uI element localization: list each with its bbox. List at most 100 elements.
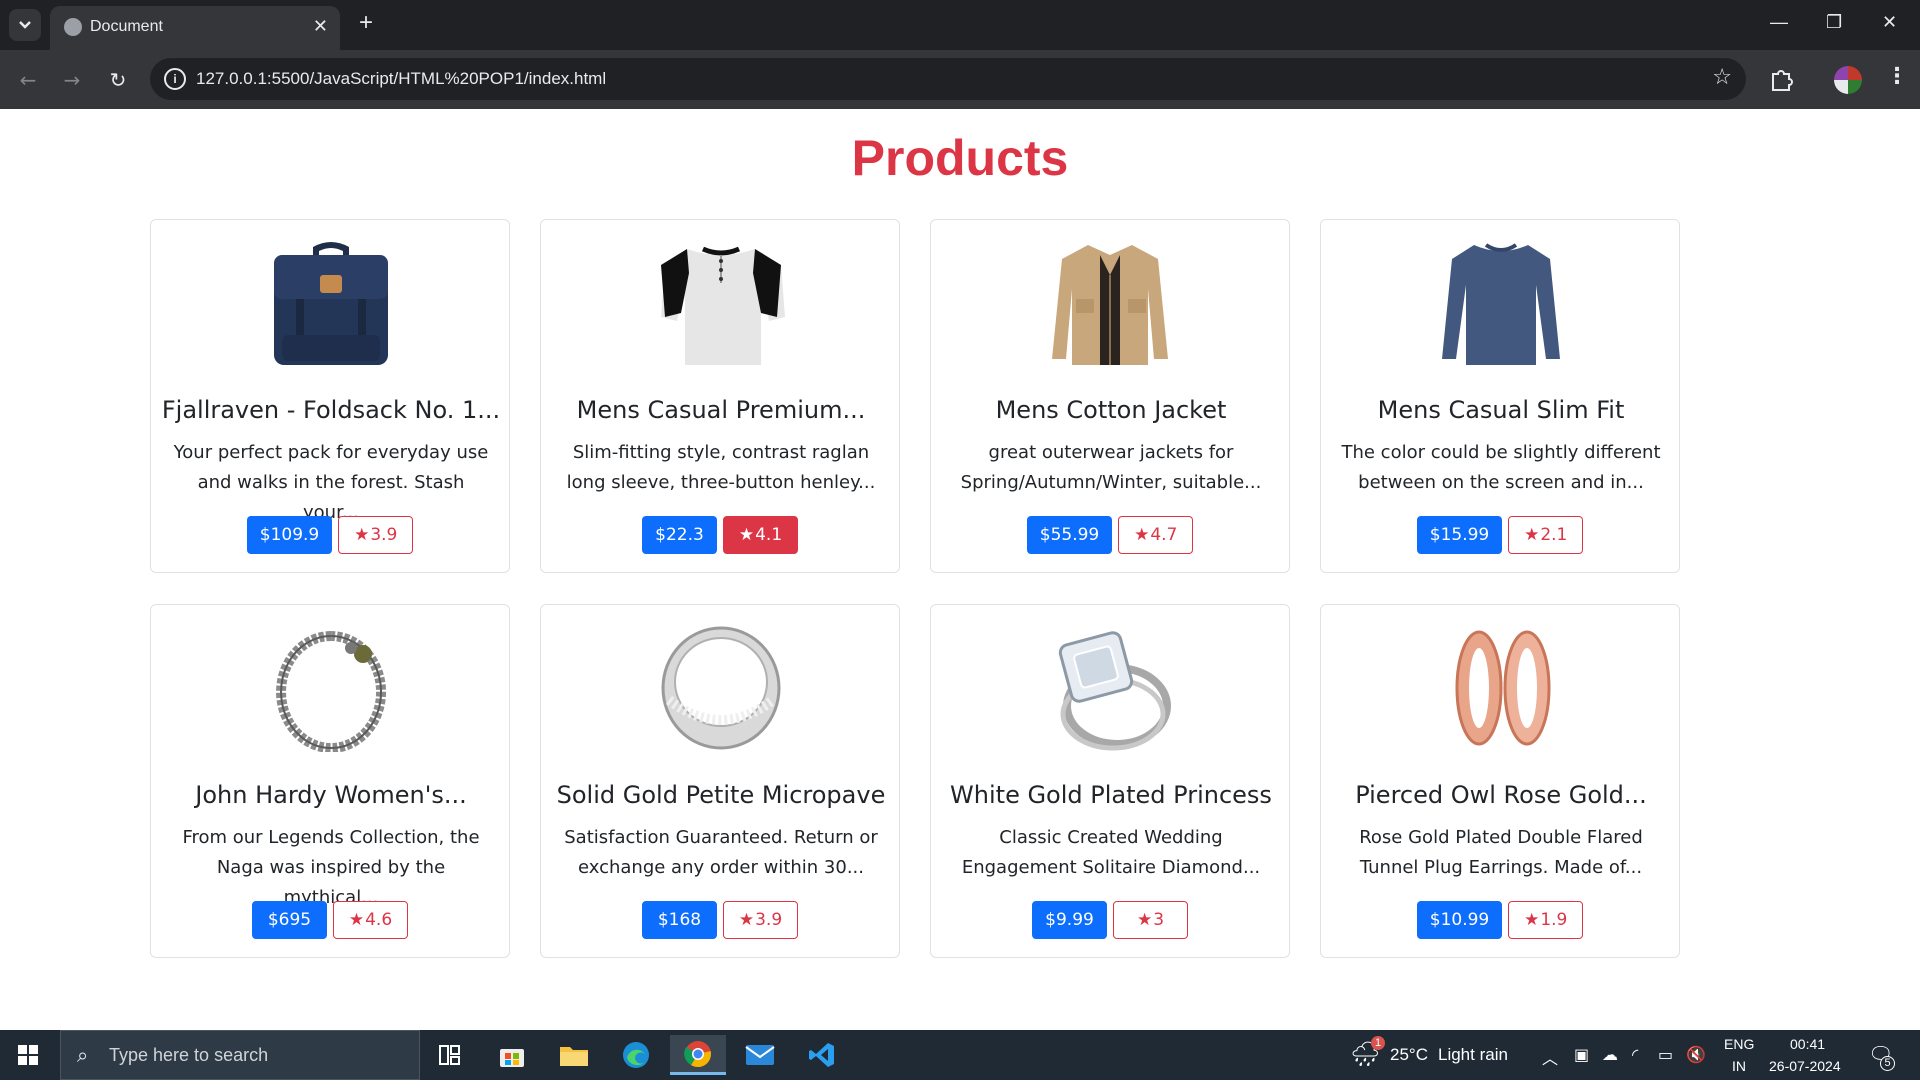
weather-badge: 1	[1371, 1036, 1385, 1050]
product-image-silver-ring	[656, 623, 786, 753]
rating-value: 4.6	[365, 910, 393, 930]
price-button[interactable]: $695	[252, 901, 327, 939]
site-info-icon[interactable]: i	[164, 68, 186, 90]
chevron-down-icon	[19, 21, 31, 29]
product-card: Mens Casual Slim Fit The color could be …	[1320, 219, 1680, 573]
product-grid: Fjallraven - Foldsack No. 1... Your perf…	[150, 219, 1680, 958]
rating-value: 4.1	[755, 525, 783, 545]
battery-icon[interactable]: ▭	[1658, 1045, 1673, 1064]
browser-tab-bar: Document ✕ + — ❐ ✕	[0, 0, 1920, 50]
product-image-rose-gold-plugs	[1436, 623, 1566, 753]
product-description: Slim-fitting style, contrast raglan long…	[566, 442, 876, 493]
product-actions: $55.99 ★4.7	[931, 516, 1289, 554]
product-title: Solid Gold Petite Micropave	[556, 781, 886, 809]
rating-button[interactable]: ★4.1	[723, 516, 798, 554]
chevron-up-icon[interactable]: ︿	[1542, 1045, 1558, 1069]
product-title: Mens Casual Slim Fit	[1377, 396, 1625, 424]
weather-desc[interactable]: Light rain	[1438, 1045, 1508, 1065]
search-icon: ⌕	[77, 1043, 89, 1067]
product-image-henley-shirt	[656, 238, 786, 368]
new-tab-button[interactable]: +	[352, 10, 380, 38]
price-button[interactable]: $168	[642, 901, 717, 939]
tab-title: Document	[90, 18, 163, 35]
rating-button[interactable]: ★3	[1113, 901, 1188, 939]
meet-now-icon[interactable]: ▣	[1574, 1045, 1589, 1064]
product-image-backpack	[266, 238, 396, 368]
rating-button[interactable]: ★2.1	[1508, 516, 1584, 554]
reload-icon[interactable]: ↻	[104, 66, 132, 94]
vscode-icon[interactable]	[794, 1035, 850, 1075]
file-explorer-icon[interactable]	[546, 1035, 602, 1075]
bookmark-star-icon[interactable]: ☆	[1712, 65, 1732, 90]
rating-button[interactable]: ★3.9	[338, 516, 414, 554]
price-button[interactable]: $22.3	[642, 516, 717, 554]
product-card: Fjallraven - Foldsack No. 1... Your perf…	[150, 219, 510, 573]
price-button[interactable]: $109.9	[246, 516, 333, 554]
rating-value: 4.7	[1150, 525, 1178, 545]
address-url[interactable]: 127.0.0.1:5500/JavaScript/HTML%20POP1/in…	[196, 69, 606, 89]
edge-browser-icon[interactable]	[608, 1035, 664, 1075]
rating-button[interactable]: ★3.9	[723, 901, 798, 939]
extensions-puzzle-icon[interactable]	[1768, 66, 1794, 92]
onedrive-cloud-icon[interactable]: ☁	[1602, 1045, 1618, 1064]
taskbar: ⌕ Type here to search 🌧 1 25°C Light rai…	[0, 1030, 1920, 1080]
product-card: Mens Casual Premium... Slim-fitting styl…	[540, 219, 900, 573]
product-title: Pierced Owl Rose Gold...	[1355, 781, 1647, 809]
window-close-icon[interactable]: ✕	[1882, 12, 1897, 33]
rating-value: 1.9	[1540, 910, 1568, 930]
product-image-long-sleeve-shirt	[1436, 238, 1566, 368]
language-bottom[interactable]: IN	[1732, 1058, 1746, 1074]
rating-button[interactable]: ★4.7	[1118, 516, 1194, 554]
browser-menu-icon[interactable]: ⋮	[1886, 64, 1908, 89]
browser-tab[interactable]: Document ✕	[50, 6, 340, 50]
wifi-icon[interactable]: ◜	[1632, 1045, 1638, 1064]
taskbar-search-box[interactable]: ⌕ Type here to search	[60, 1030, 420, 1080]
product-title: Mens Cotton Jacket	[995, 396, 1227, 424]
tab-close-icon[interactable]: ✕	[313, 16, 328, 37]
profile-avatar[interactable]	[1834, 66, 1862, 94]
weather-temp[interactable]: 25°C	[1390, 1045, 1428, 1065]
price-button[interactable]: $10.99	[1416, 901, 1503, 939]
rating-button[interactable]: ★4.6	[333, 901, 408, 939]
rating-value: 3	[1153, 910, 1165, 930]
product-card: John Hardy Women's... From our Legends C…	[150, 604, 510, 958]
product-card: Solid Gold Petite Micropave Satisfaction…	[540, 604, 900, 958]
product-image-diamond-ring	[1046, 623, 1176, 753]
chrome-browser-icon[interactable]	[670, 1035, 726, 1075]
product-description: Classic Created Wedding Engagement Solit…	[961, 827, 1261, 878]
clock-time[interactable]: 00:41	[1790, 1036, 1825, 1052]
star-icon: ★	[1524, 525, 1540, 545]
task-view-icon[interactable]	[422, 1035, 478, 1075]
product-description: From our Legends Collection, the Naga wa…	[182, 827, 480, 908]
product-title: Mens Casual Premium...	[576, 396, 866, 424]
language-top[interactable]: ENG	[1724, 1036, 1754, 1052]
mail-icon[interactable]	[732, 1035, 788, 1075]
product-image-jacket	[1046, 238, 1176, 368]
back-arrow-icon[interactable]: ←	[14, 66, 42, 94]
product-actions: $22.3 ★4.1	[541, 516, 899, 554]
product-description: Your perfect pack for everyday use and w…	[173, 442, 489, 523]
product-title: White Gold Plated Princess	[950, 781, 1272, 809]
clock-date[interactable]: 26-07-2024	[1769, 1058, 1841, 1074]
product-actions: $695 ★4.6	[151, 901, 509, 939]
minimize-icon[interactable]: —	[1770, 12, 1788, 33]
product-card: Pierced Owl Rose Gold... Rose Gold Plate…	[1320, 604, 1680, 958]
restore-icon[interactable]: ❐	[1826, 12, 1842, 33]
price-button[interactable]: $55.99	[1026, 516, 1113, 554]
product-description: great outerwear jackets for Spring/Autum…	[960, 442, 1262, 493]
rating-button[interactable]: ★1.9	[1508, 901, 1584, 939]
globe-icon	[64, 18, 82, 36]
microsoft-store-icon[interactable]	[484, 1035, 540, 1075]
price-button[interactable]: $9.99	[1032, 901, 1107, 939]
tab-search-button[interactable]	[9, 9, 41, 41]
star-icon: ★	[738, 525, 755, 545]
price-button[interactable]: $15.99	[1416, 516, 1503, 554]
product-actions: $109.9 ★3.9	[151, 516, 509, 554]
windows-start-icon[interactable]	[18, 1045, 38, 1065]
address-bar[interactable]: i 127.0.0.1:5500/JavaScript/HTML%20POP1/…	[150, 58, 1746, 100]
volume-muted-icon[interactable]: 🔇	[1686, 1045, 1706, 1064]
product-image-bracelet	[266, 623, 396, 753]
forward-arrow-icon[interactable]: →	[58, 66, 86, 94]
browser-toolbar: ← → ↻ i 127.0.0.1:5500/JavaScript/HTML%2…	[0, 50, 1920, 109]
web-page: Products Fjallraven - Foldsack No. 1... …	[0, 109, 1920, 1030]
